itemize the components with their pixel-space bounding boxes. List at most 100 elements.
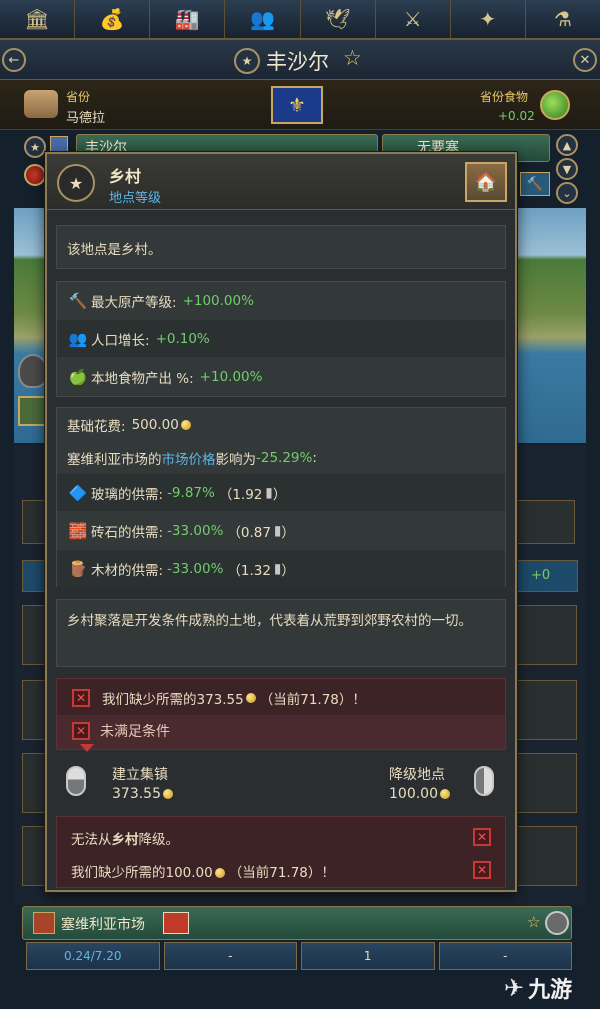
- province-label: 省份: [66, 90, 91, 104]
- text-de: 的: [148, 452, 162, 468]
- nav-religion-icon[interactable]: ✦: [451, 0, 526, 38]
- left-click-mouse-icon: [66, 766, 96, 800]
- gold-coin-icon: [180, 420, 191, 430]
- supply-value: -9.87%: [167, 484, 215, 501]
- gold-coin-icon: [214, 868, 225, 878]
- bg-right-card-2: [515, 680, 577, 740]
- watermark-text: 九游: [528, 978, 573, 1003]
- downgrade-cost: 100.00: [389, 786, 450, 802]
- back-button[interactable]: ←: [2, 48, 26, 72]
- province-name[interactable]: 马德拉: [66, 107, 105, 126]
- province-food-value: +0.02: [498, 109, 535, 123]
- culture-emblem-icon: [24, 164, 46, 186]
- market-cell-4[interactable]: -: [438, 942, 572, 970]
- bg-right-card-1: [515, 605, 577, 665]
- description-text: 该地点是乡村。: [67, 242, 162, 258]
- unmet-x-icon: ✕: [473, 828, 491, 846]
- goods-unit-icon: ▮: [273, 560, 282, 577]
- market-stats-row: 0.24/7.20 - 1 -: [26, 942, 572, 970]
- supply-label: 玻璃的供需:: [91, 486, 164, 503]
- market-flag-icon: [163, 912, 189, 934]
- market-cell-2[interactable]: -: [163, 942, 297, 970]
- rank-star-icon: ★: [57, 164, 95, 202]
- nav-research-icon[interactable]: ⚗: [526, 0, 600, 38]
- supply-label: 砖石的供需:: [91, 524, 164, 541]
- glass-goods-icon: 🔷: [68, 483, 88, 502]
- modifier-value: +10.00%: [199, 368, 263, 385]
- location-rank-tooltip: ★ 乡村 地点等级 🏠 该地点是乡村。 🔨 最大原产等级: +100.00% 👥…: [45, 152, 517, 892]
- market-capacity-cell[interactable]: 0.24/7.20: [26, 942, 160, 970]
- bg-right-button-1: [515, 500, 575, 544]
- unmet-conditions-text: 未满足条件: [100, 724, 170, 740]
- modifier-row: 🍏 本地食物产出 %: +10.00%: [57, 358, 505, 395]
- nav-population-icon[interactable]: 👥: [225, 0, 301, 38]
- missing-downgrade-funds: 我们缺少所需的100.00 （当前71.78）！: [71, 865, 335, 881]
- cost-section: 基础花费: 500.00 塞维利亚市场的市场价格 影响为 -25.29%: 🔷 玻璃…: [56, 407, 506, 587]
- filter-icon[interactable]: ▼: [556, 158, 578, 180]
- market-name[interactable]: 塞维利亚市场: [67, 448, 148, 468]
- gear-icon[interactable]: [545, 911, 569, 935]
- text-colon: :: [312, 450, 317, 466]
- market-price-link[interactable]: 市场价格: [162, 448, 216, 468]
- rank-star-icon: ★: [234, 48, 260, 74]
- province-flag-icon[interactable]: ⚜: [271, 86, 323, 124]
- build-town-label[interactable]: 建立集镇: [112, 764, 168, 784]
- supply-value: -33.00%: [167, 560, 224, 577]
- terrain-type-icon: [18, 396, 48, 426]
- province-row: 省份 马德拉 ⚜ 省份食物 +0.02: [0, 80, 600, 130]
- hammer-icon[interactable]: 🔨: [520, 172, 550, 196]
- modifier-value: +100.00%: [182, 292, 254, 309]
- unmet-x-icon: ✕: [72, 689, 90, 707]
- bg-right-card-4: [515, 826, 577, 886]
- watermark: ✈ 九游: [504, 972, 572, 1004]
- modifier-row: 🔨 最大原产等级: +100.00%: [57, 282, 505, 319]
- market-cell-3[interactable]: 1: [301, 942, 435, 970]
- favorite-star-icon[interactable]: ☆: [527, 913, 540, 931]
- text-effect: 影响为: [215, 452, 257, 468]
- gold-coin-icon: [440, 789, 450, 799]
- village-house-icon: 🏠: [465, 162, 507, 202]
- nav-government-icon[interactable]: 🏛: [0, 0, 76, 38]
- base-cost-value: 500.00: [131, 417, 179, 433]
- location-header: ← ★ 丰沙尔 ☆ ✕: [0, 40, 600, 80]
- market-price-value: -25.29%: [256, 450, 313, 466]
- scroll-up-icon[interactable]: ▲: [556, 134, 578, 156]
- unmet-x-icon: ✕: [72, 722, 90, 740]
- population-growth-icon: 👥: [68, 329, 88, 348]
- goods-unit-icon: ▮: [273, 522, 282, 539]
- scroll-controls: ▲ ▼ ⌄: [556, 134, 578, 204]
- market-stall-icon: [33, 912, 55, 934]
- province-food-label: 省份食物: [480, 90, 529, 104]
- favorite-star-icon[interactable]: ☆: [343, 46, 362, 70]
- downgrade-label[interactable]: 降级地点: [389, 764, 445, 784]
- unmet-x-icon: ✕: [473, 861, 491, 879]
- missing-funds-current: （当前71.78）！: [259, 692, 366, 708]
- close-button[interactable]: ✕: [573, 48, 597, 72]
- masonry-goods-icon: 🧱: [68, 521, 88, 540]
- scroll-down-icon[interactable]: ⌄: [556, 182, 578, 204]
- location-rank-icon: ★: [24, 136, 46, 158]
- supply-extra: （0.87: [227, 524, 271, 541]
- tooltip-header: ★ 乡村 地点等级 🏠: [47, 154, 515, 210]
- nav-economy-icon[interactable]: 💰: [75, 0, 151, 38]
- supply-row: 🔷 玻璃的供需: -9.87% （1.92 ▮）: [57, 474, 505, 511]
- close-paren: ）: [272, 486, 287, 503]
- top-nav-bar: 🏛 💰 🏭 👥 🕊 ⚔ ✦ ⚗: [0, 0, 600, 40]
- right-click-mouse-icon: [474, 766, 504, 800]
- nav-military-icon[interactable]: ⚔: [376, 0, 451, 38]
- pointer-arrow-icon: [80, 744, 94, 752]
- nav-diplomacy-icon[interactable]: 🕊: [301, 0, 376, 38]
- market-bar[interactable]: 塞维利亚市场 ☆: [22, 906, 572, 940]
- province-terrain-icon: [24, 90, 58, 118]
- nav-production-icon[interactable]: 🏭: [150, 0, 226, 38]
- modifier-label: 最大原产等级:: [91, 294, 177, 311]
- missing-funds-text: 我们缺少所需的373.55: [102, 692, 244, 708]
- supply-value: -33.00%: [167, 522, 224, 539]
- flavor-section: 乡村聚落是开发条件成熟的土地，代表着从荒野到郊野农村的一切。: [56, 599, 506, 667]
- bg-right-card-3: [515, 753, 577, 813]
- modifier-row: 👥 人口增长: +0.10%: [57, 320, 505, 357]
- market-name[interactable]: 塞维利亚市场: [61, 914, 145, 934]
- close-paren: ）: [281, 562, 295, 579]
- watermark-logo-icon: ✈: [504, 974, 525, 1002]
- modifier-value: +0.10%: [155, 330, 210, 347]
